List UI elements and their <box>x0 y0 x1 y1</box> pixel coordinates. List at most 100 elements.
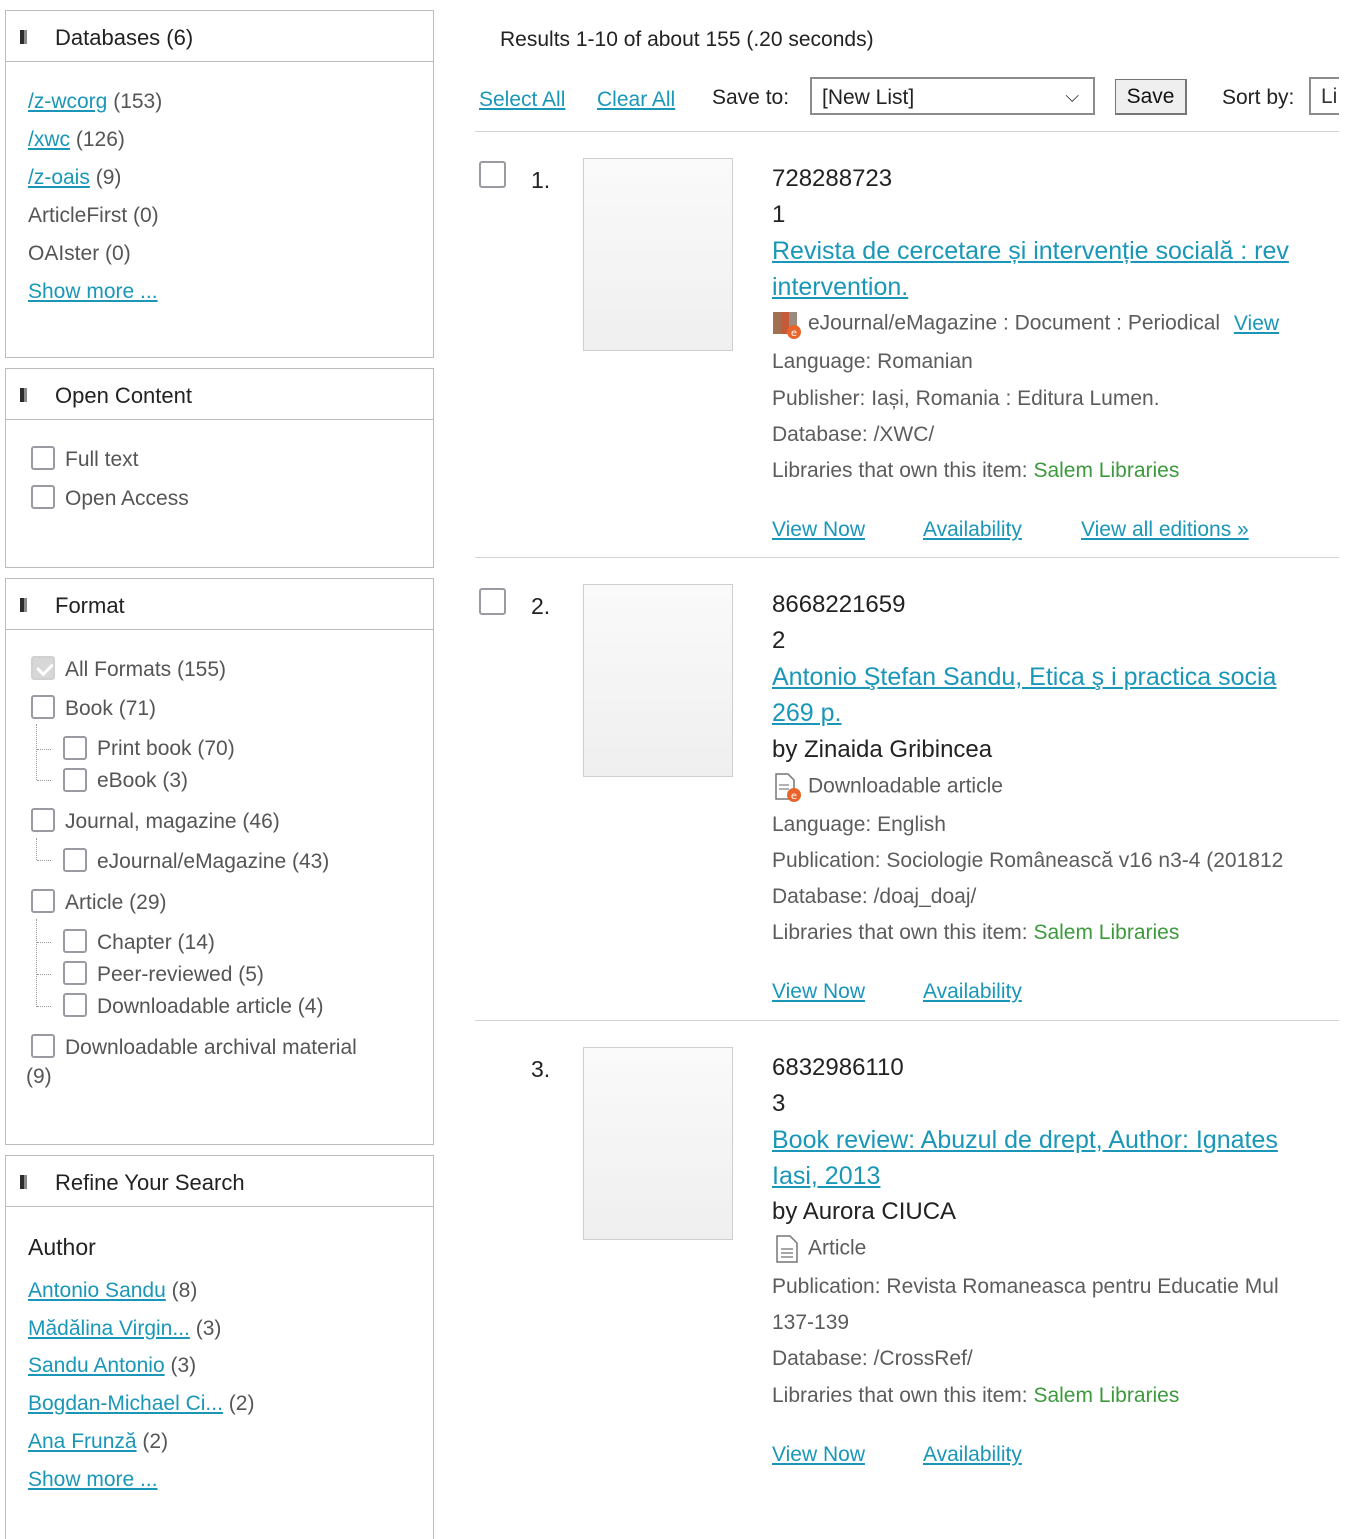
article-checkbox[interactable] <box>31 889 55 913</box>
sort-by-select[interactable]: Li <box>1309 77 1339 115</box>
result-title-link-cont[interactable]: intervention. <box>772 273 908 302</box>
refine-title: Refine Your Search <box>55 1170 245 1195</box>
tree-connector <box>37 780 51 781</box>
cover-thumbnail[interactable] <box>583 584 733 777</box>
tree-connector <box>37 749 51 750</box>
book-label: Book (71) <box>65 697 157 720</box>
journal-checkbox[interactable] <box>31 808 55 832</box>
result-view-link[interactable]: View <box>1234 312 1279 335</box>
owners-label: Libraries that own this item: <box>772 459 1028 482</box>
result-author: by Aurora CIUCA <box>772 1198 957 1225</box>
author-count: (3) <box>195 1317 222 1340</box>
full-text-label: Full text <box>65 448 139 471</box>
format-panel: Format All Formats (155) Book (71) Print… <box>5 578 434 1145</box>
authors-show-more-link[interactable]: Show more ... <box>28 1468 158 1491</box>
author-item: Bogdan-Michael Ci... (2) <box>28 1391 254 1417</box>
ejournal-checkbox[interactable] <box>63 848 87 872</box>
result-id: 6832986110 <box>772 1054 904 1081</box>
database-item-oaister: OAIster (0) <box>28 242 131 265</box>
author-item: Sandu Antonio (3) <box>28 1353 196 1379</box>
format-header: Format <box>6 579 433 630</box>
author-count: (2) <box>142 1430 169 1453</box>
save-to-value: [New List] <box>822 86 915 109</box>
result-id: 728288723 <box>772 165 893 192</box>
refine-panel: Refine Your Search Author Antonio Sandu … <box>5 1155 434 1539</box>
open-access-checkbox[interactable] <box>31 485 55 509</box>
peer-reviewed-checkbox[interactable] <box>63 961 87 985</box>
svg-text:e: e <box>791 791 797 802</box>
chevron-down-icon: ⌵ <box>1065 86 1079 106</box>
result-database: Database: /CrossRef/ <box>772 1347 973 1370</box>
result-format-text: Downloadable article <box>808 774 1003 798</box>
availability-link[interactable]: Availability <box>923 518 1022 542</box>
database-count: (9) <box>95 166 122 189</box>
author-link[interactable]: Bogdan-Michael Ci... <box>28 1392 223 1415</box>
result-owners: Libraries that own this item: Salem Libr… <box>772 1384 1179 1408</box>
format-title: Format <box>55 593 125 618</box>
chapter-checkbox[interactable] <box>63 929 87 953</box>
ebook-checkbox[interactable] <box>63 768 87 792</box>
database-link-xwc[interactable]: /xwc <box>28 128 70 151</box>
databases-show-more-link[interactable]: Show more ... <box>28 280 158 303</box>
availability-link[interactable]: Availability <box>923 980 1022 1004</box>
result-title-link-cont[interactable]: Iasi, 2013 <box>772 1162 880 1191</box>
full-text-checkbox[interactable] <box>31 446 55 470</box>
database-count: (126) <box>75 128 125 151</box>
save-button[interactable]: Save <box>1115 79 1187 115</box>
author-link[interactable]: Sandu Antonio <box>28 1354 165 1377</box>
panel-marker-icon <box>20 598 27 612</box>
print-book-label: Print book (70) <box>97 737 235 760</box>
open-access-label: Open Access <box>65 487 189 510</box>
archival-checkbox[interactable] <box>31 1034 55 1058</box>
result-id: 8668221659 <box>772 591 906 618</box>
owners-value: Salem Libraries <box>1033 921 1180 944</box>
journal-label: Journal, magazine (46) <box>65 810 280 833</box>
divider <box>475 131 1339 132</box>
book-checkbox[interactable] <box>31 695 55 719</box>
author-link[interactable]: Mădălina Virgin... <box>28 1317 190 1340</box>
database-item: /xwc (126) <box>28 127 125 153</box>
database-link-z-wcorg[interactable]: /z-wcorg <box>28 90 107 113</box>
panel-marker-icon <box>20 1175 27 1189</box>
divider <box>475 557 1339 558</box>
result-checkbox[interactable] <box>479 588 506 615</box>
database-count: (153) <box>113 90 163 113</box>
clear-all-link[interactable]: Clear All <box>597 88 675 112</box>
refine-header: Refine Your Search <box>6 1156 433 1207</box>
view-all-editions-link[interactable]: View all editions » <box>1081 518 1249 542</box>
author-link[interactable]: Antonio Sandu <box>28 1279 166 1302</box>
view-now-link[interactable]: View Now <box>772 980 865 1004</box>
result-language: Language: English <box>772 813 946 836</box>
article-icon <box>772 1234 802 1264</box>
panel-marker-icon <box>20 30 27 44</box>
result-title-link[interactable]: Book review: Abuzul de drept, Author: Ig… <box>772 1126 1278 1155</box>
divider <box>475 1020 1339 1021</box>
cover-thumbnail[interactable] <box>583 1047 733 1240</box>
database-item: /z-wcorg (153) <box>28 89 162 115</box>
result-title-link[interactable]: Antonio Ştefan Sandu, Etica ş i practica… <box>772 663 1276 692</box>
cover-thumbnail[interactable] <box>583 158 733 351</box>
result-owners: Libraries that own this item: Salem Libr… <box>772 921 1179 945</box>
tree-connector <box>37 974 51 975</box>
author-heading: Author <box>28 1234 96 1260</box>
result-title-link[interactable]: Revista de cercetare și intervenție soci… <box>772 237 1289 266</box>
open-content-header: Open Content <box>6 369 433 420</box>
result-checkbox[interactable] <box>479 161 506 188</box>
print-book-checkbox[interactable] <box>63 736 87 760</box>
save-to-select[interactable]: [New List] ⌵ <box>810 77 1095 115</box>
select-all-link[interactable]: Select All <box>479 88 565 112</box>
result-title-link-cont[interactable]: 269 p. <box>772 699 842 728</box>
tree-connector <box>37 1006 51 1007</box>
database-link-z-oais[interactable]: /z-oais <box>28 166 90 189</box>
view-now-link[interactable]: View Now <box>772 1443 865 1467</box>
result-author: by Zinaida Gribincea <box>772 736 993 763</box>
all-formats-checkbox[interactable] <box>31 656 55 680</box>
downloadable-article-checkbox[interactable] <box>63 993 87 1017</box>
ejournal-label: eJournal/eMagazine (43) <box>97 850 330 873</box>
result-database: Database: /XWC/ <box>772 423 935 446</box>
ebook-label: eBook (3) <box>97 769 189 792</box>
article-label: Article (29) <box>65 891 167 914</box>
author-link[interactable]: Ana Frunză <box>28 1430 137 1453</box>
view-now-link[interactable]: View Now <box>772 518 865 542</box>
availability-link[interactable]: Availability <box>923 1443 1022 1467</box>
